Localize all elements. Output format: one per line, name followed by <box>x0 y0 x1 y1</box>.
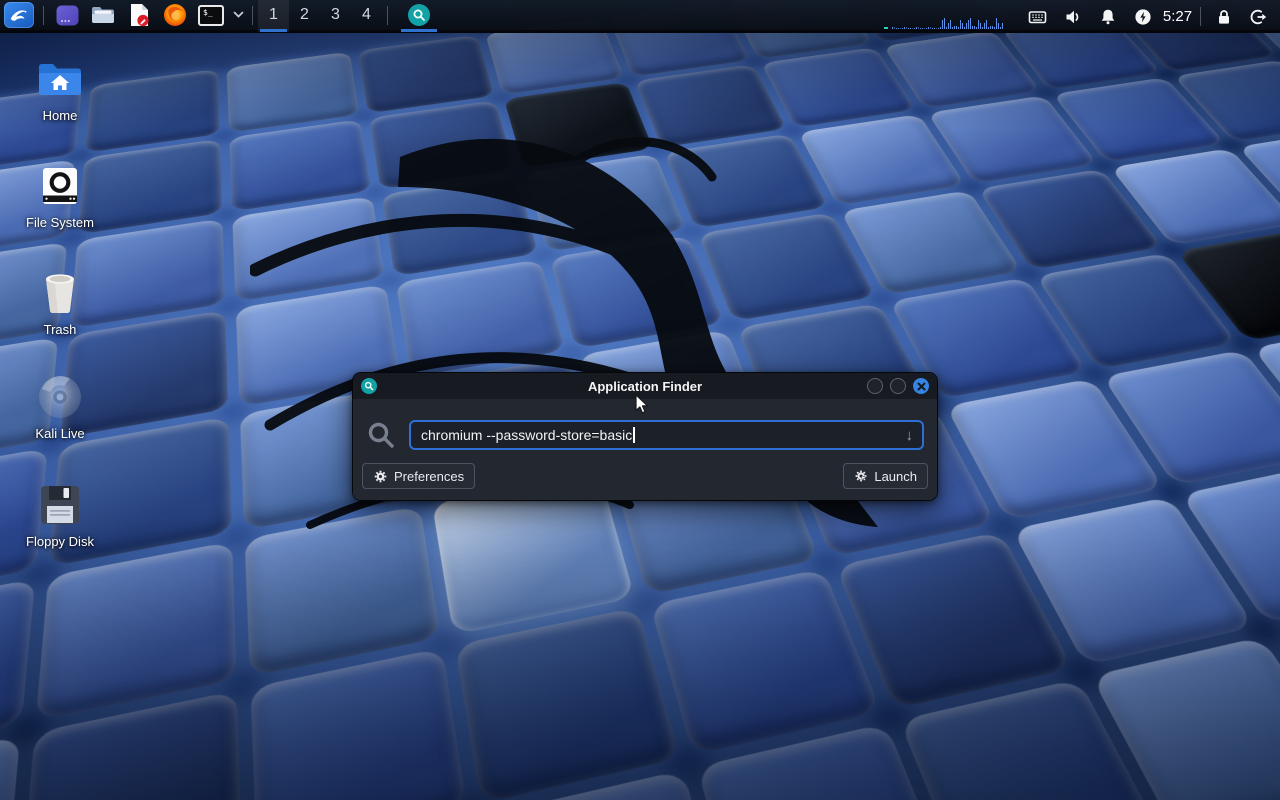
launcher-terminal[interactable]: $_ <box>193 0 229 32</box>
clock-text: 5:27 <box>1163 8 1192 25</box>
text-caret <box>633 427 635 443</box>
launcher-dropdown-chevron[interactable] <box>229 0 247 32</box>
monitor-legend-dash <box>884 27 888 29</box>
search-icon <box>366 420 396 450</box>
desktop-icon-kali-live[interactable]: Kali Live <box>12 372 108 441</box>
entry-dropdown-button[interactable]: ↓ <box>906 427 914 444</box>
launcher-file-manager[interactable] <box>85 0 121 32</box>
workspace-active-underline <box>260 29 287 32</box>
minimize-button[interactable] <box>867 378 883 394</box>
desktop-icon-home[interactable]: Home <box>12 54 108 123</box>
system-tray: 5:27 <box>1020 0 1276 33</box>
desktop-icon-label: Home <box>12 108 108 123</box>
workspace-button-3[interactable]: 3 <box>320 0 351 32</box>
launch-label: Launch <box>874 469 917 484</box>
workspace-label: 4 <box>362 6 371 24</box>
optical-disc-icon <box>37 374 83 420</box>
launcher-app-purple[interactable] <box>49 0 85 32</box>
desktop-icon-label: File System <box>12 215 108 230</box>
application-finder-icon <box>408 4 430 26</box>
preferences-button[interactable]: Preferences <box>362 463 475 489</box>
home-folder-icon <box>37 61 83 98</box>
notifications-button[interactable] <box>1090 0 1125 33</box>
terminal-icon: $_ <box>198 5 224 26</box>
window-body: chromium --password-store=basic ↓ Prefer… <box>353 399 937 500</box>
logout-button[interactable] <box>1241 0 1276 33</box>
workspace-button-2[interactable]: 2 <box>289 0 320 32</box>
workspace-label: 2 <box>300 6 309 24</box>
close-icon <box>917 382 926 391</box>
document-icon <box>129 3 150 27</box>
top-panel: $_ 1 2 3 4 5:27 <box>0 0 1280 33</box>
power-manager-button[interactable] <box>1125 0 1160 33</box>
hard-drive-icon <box>40 166 80 206</box>
firefox-icon <box>163 3 187 27</box>
maximize-button[interactable] <box>890 378 906 394</box>
kali-logo-icon <box>4 2 34 28</box>
chevron-down-icon <box>233 11 244 19</box>
desktop-icon-file-system[interactable]: File System <box>12 161 108 230</box>
search-input[interactable]: chromium --password-store=basic ↓ <box>409 420 924 450</box>
bell-icon <box>1099 8 1117 26</box>
panel-separator <box>387 6 388 25</box>
workspace-label: 1 <box>269 6 278 24</box>
desktop-icon-label: Floppy Disk <box>12 534 108 549</box>
panel-separator <box>43 6 44 25</box>
logout-icon <box>1249 8 1268 26</box>
desktop-icon-trash[interactable]: Trash <box>12 268 108 337</box>
desktop-icon-label: Kali Live <box>12 426 108 441</box>
desktop-icon-floppy-disk[interactable]: Floppy Disk <box>12 480 108 549</box>
workspace-button-1[interactable]: 1 <box>258 0 289 32</box>
workspace-label: 3 <box>331 6 340 24</box>
clock[interactable]: 5:27 <box>1160 0 1195 33</box>
floppy-disk-icon <box>40 485 80 525</box>
window-app-icon <box>361 378 377 394</box>
search-query-text: chromium --password-store=basic <box>421 427 632 443</box>
window-titlebar[interactable]: Application Finder <box>353 373 937 399</box>
desktop-icon-label: Trash <box>12 322 108 337</box>
keyboard-layout-button[interactable] <box>1020 0 1055 33</box>
application-finder-window: Application Finder chromium --password-s… <box>352 372 938 501</box>
preferences-label: Preferences <box>394 469 464 484</box>
purple-app-icon <box>56 5 79 26</box>
launch-gear-icon <box>854 469 868 483</box>
panel-separator <box>1200 7 1201 26</box>
terminal-prompt-glyph: $_ <box>203 8 213 17</box>
window-title: Application Finder <box>353 379 937 394</box>
applications-menu-button[interactable] <box>0 0 38 32</box>
folder-icon <box>91 5 115 25</box>
panel-monitor-graph <box>884 16 1024 29</box>
keyboard-icon <box>1028 8 1047 26</box>
speaker-icon <box>1064 8 1082 26</box>
kali-dragon-silhouette <box>250 95 910 595</box>
volume-button[interactable] <box>1055 0 1090 33</box>
launcher-text-editor[interactable] <box>121 0 157 32</box>
taskbar-active-underline <box>401 29 437 32</box>
panel-separator <box>252 6 253 25</box>
launch-button[interactable]: Launch <box>843 463 928 489</box>
launcher-firefox[interactable] <box>157 0 193 32</box>
gear-icon <box>373 469 388 484</box>
power-bolt-icon <box>1134 8 1152 26</box>
trash-can-icon <box>40 271 80 315</box>
close-button[interactable] <box>913 378 929 394</box>
lock-screen-button[interactable] <box>1206 0 1241 33</box>
lock-icon <box>1215 8 1233 26</box>
workspace-button-4[interactable]: 4 <box>351 0 382 32</box>
taskbar-item-application-finder[interactable] <box>397 0 441 32</box>
